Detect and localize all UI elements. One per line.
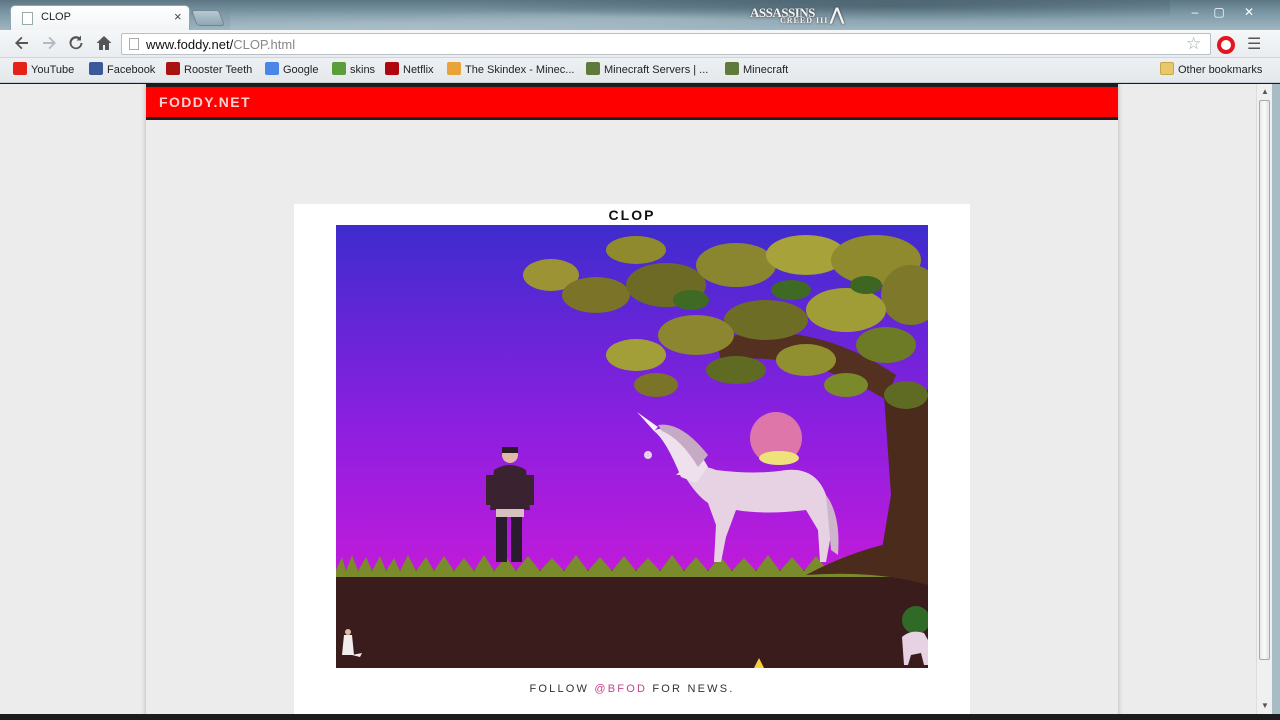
netflix-icon <box>385 62 399 75</box>
scroll-thumb[interactable] <box>1259 100 1270 660</box>
sun-reflection <box>759 451 799 465</box>
window-frame-bottom <box>0 714 1280 720</box>
back-button[interactable] <box>12 34 32 54</box>
game-title: CLOP <box>608 207 656 223</box>
address-bar[interactable]: www.foddy.net/CLOP.html ☆ <box>121 33 1211 55</box>
twitter-handle-link[interactable]: @BFOD <box>594 683 647 695</box>
minecraft-block-icon <box>725 62 739 75</box>
bookmark-label: YouTube <box>31 64 75 76</box>
url-host: www.foddy.net/ <box>146 37 234 52</box>
arrow-right-icon <box>43 36 56 50</box>
home-icon <box>96 36 112 50</box>
follow-prefix: FOLLOW <box>529 683 595 695</box>
navigation-toolbar: www.foddy.net/CLOP.html ☆ ☰ <box>0 30 1280 58</box>
scroll-up-arrow-icon[interactable]: ▲ <box>1261 87 1269 96</box>
bookmark-label: The Skindex - Minec... <box>465 64 575 76</box>
bookmark-minecraft[interactable]: Minecraft <box>725 62 788 79</box>
game-card: CLOP FOLLOW @BFOD FOR NEWS. <box>294 204 970 714</box>
tab-clop[interactable]: CLOP × <box>10 5 190 31</box>
opera-extension-icon[interactable] <box>1217 36 1235 54</box>
page-container: FODDY.NET CLOP FOLLOW @BFOD FOR NEWS. <box>146 84 1118 714</box>
vertical-scrollbar[interactable]: ▲ ▼ <box>1256 84 1272 714</box>
other-bookmarks-label: Other bookmarks <box>1178 64 1263 76</box>
bookmark-star-icon[interactable]: ☆ <box>1186 34 1201 54</box>
other-bookmarks-button[interactable]: Other bookmarks <box>1160 62 1262 79</box>
youtube-icon <box>13 62 27 75</box>
bookmark-label: Rooster Teeth <box>184 64 253 76</box>
page-favicon-icon <box>22 12 33 25</box>
bookmark-label: Minecraft <box>743 64 789 76</box>
arrow-left-icon <box>15 36 28 50</box>
bookmark-label: skins <box>350 64 376 76</box>
window-frame-right <box>1272 84 1280 720</box>
bookmark-youtube[interactable]: YouTube <box>13 62 74 79</box>
bookmark-label: Netflix <box>403 64 434 76</box>
url-text: www.foddy.net/CLOP.html <box>146 37 295 52</box>
bookmark-google[interactable]: Google <box>265 62 318 79</box>
bookmark-label: Minecraft Servers | ... <box>604 64 709 76</box>
follow-suffix: FOR NEWS. <box>647 683 735 695</box>
tab-title: CLOP <box>41 11 71 23</box>
bookmark-label: Facebook <box>107 64 156 76</box>
ground <box>336 570 928 668</box>
google-icon <box>265 62 279 75</box>
site-header: FODDY.NET <box>146 84 1118 120</box>
bookmark-skins[interactable]: skins <box>332 62 375 79</box>
bookmark-facebook[interactable]: Facebook <box>89 62 155 79</box>
bookmark-netflix[interactable]: Netflix <box>385 62 434 79</box>
rooster-teeth-icon <box>166 62 180 75</box>
reload-button[interactable] <box>66 34 86 54</box>
bookmark-minecraft-servers[interactable]: Minecraft Servers | ... <box>586 62 708 79</box>
folder-icon <box>1160 62 1174 75</box>
facebook-icon <box>89 62 103 75</box>
new-tab-button[interactable] <box>191 10 225 26</box>
scroll-down-arrow-icon[interactable]: ▼ <box>1261 701 1269 710</box>
game-canvas[interactable] <box>336 225 928 668</box>
forward-button[interactable] <box>39 34 59 54</box>
bookmark-rooster-teeth[interactable]: Rooster Teeth <box>166 62 252 79</box>
assassin-insignia-icon: ⋀ <box>830 5 844 24</box>
theme-logo: ASSASSINS CREED III ⋀ <box>750 5 860 27</box>
maximize-button[interactable]: ▢ <box>1206 4 1232 22</box>
bookmark-the-skindex-minec[interactable]: The Skindex - Minec... <box>447 62 574 79</box>
tab-close-button[interactable]: × <box>174 9 182 24</box>
url-path: CLOP.html <box>233 37 296 52</box>
chrome-menu-icon[interactable]: ☰ <box>1247 34 1261 54</box>
title-bar: ASSASSINS CREED III ⋀ CLOP × – ▢ ✕ <box>0 0 1280 31</box>
theme-logo-sub: CREED III <box>780 16 829 25</box>
browser-window: ASSASSINS CREED III ⋀ CLOP × – ▢ ✕ www.f… <box>0 0 1280 720</box>
theme-artwork <box>230 0 1170 30</box>
bookmarks-bar: Other bookmarks YouTube Facebook Rooster T… <box>0 58 1280 83</box>
follow-text: FOLLOW @BFOD FOR NEWS. <box>294 683 970 695</box>
reload-icon <box>69 35 83 50</box>
bookmark-label: Google <box>283 64 319 76</box>
minecraft-block-icon <box>586 62 600 75</box>
game-scene <box>336 225 928 668</box>
skindex-icon <box>447 62 461 75</box>
minimize-button[interactable]: – <box>1182 4 1208 22</box>
page-icon <box>129 38 139 50</box>
site-logo-link[interactable]: FODDY.NET <box>159 94 251 110</box>
chrome-icon <box>332 62 346 75</box>
close-window-button[interactable]: ✕ <box>1232 4 1266 22</box>
home-button[interactable] <box>94 34 114 54</box>
page-viewport: FODDY.NET CLOP FOLLOW @BFOD FOR NEWS. <box>0 84 1256 714</box>
